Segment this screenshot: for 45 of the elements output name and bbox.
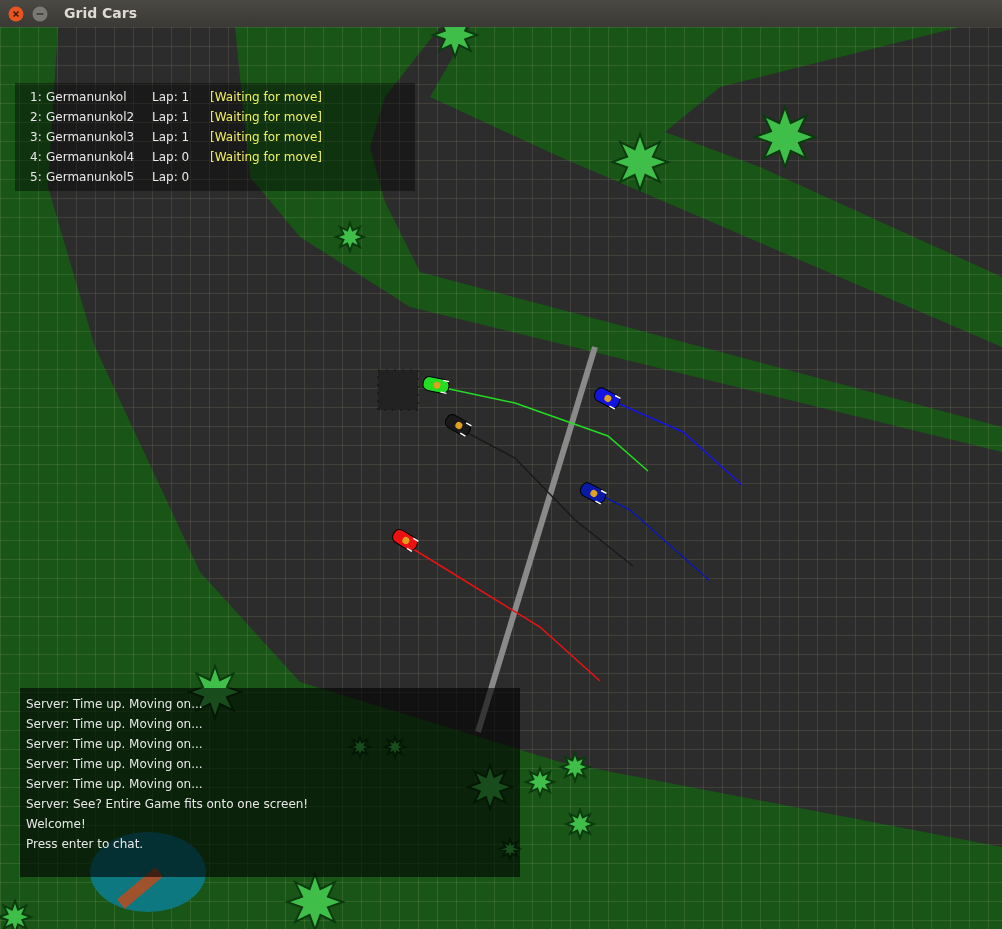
race-car-icon[interactable]: [591, 385, 623, 411]
race-car-icon[interactable]: [577, 480, 609, 506]
player-name: Germanunkol2: [46, 109, 136, 126]
lap-count: Lap: 1: [152, 89, 191, 106]
chat-message: Server: Time up. Moving on...: [26, 696, 203, 713]
tree-icon: [0, 898, 34, 929]
tree-icon: [465, 762, 515, 812]
player-status: [Waiting for move]: [210, 109, 323, 126]
window-title: Grid Cars: [64, 4, 138, 23]
tree-icon: [523, 765, 557, 799]
tree-icon: [563, 807, 597, 841]
rank-label: 4:: [30, 149, 43, 166]
lap-count: Lap: 1: [152, 109, 191, 126]
chat-message: Welcome!: [26, 816, 86, 833]
tree-icon: [284, 871, 346, 929]
rank-label: 2:: [30, 109, 43, 126]
minimize-icon[interactable]: [32, 5, 48, 22]
rank-label: 5:: [30, 169, 43, 186]
tree-icon: [347, 734, 373, 760]
tree-icon: [752, 104, 818, 170]
chat-message: Server: Time up. Moving on...: [26, 716, 203, 733]
chat-message: Server: See? Entire Game fits onto one screen!: [26, 796, 309, 813]
chat-message: Server: Time up. Moving on...: [26, 756, 203, 773]
rank-label: 1:: [30, 89, 43, 106]
tree-icon: [558, 750, 592, 784]
player-name: Germanunkol3: [46, 129, 136, 146]
chat-message: Server: Time up. Moving on...: [26, 776, 203, 793]
tree-icon: [382, 734, 408, 760]
lap-count: Lap: 1: [152, 129, 191, 146]
tree-icon: [430, 27, 480, 60]
tree-icon: [497, 836, 523, 862]
rank-label: 3:: [30, 129, 43, 146]
tree-icon: [609, 131, 671, 193]
chat-message: Server: Time up. Moving on...: [26, 736, 203, 753]
player-name: Germanunkol5: [46, 169, 136, 186]
player-status: [Waiting for move]: [210, 129, 323, 146]
lap-count: Lap: 0: [152, 169, 191, 186]
chat-message: Press enter to chat.: [26, 836, 144, 853]
lap-count: Lap: 0: [152, 149, 191, 166]
player-status: [Waiting for move]: [210, 149, 323, 166]
tree-icon: [333, 220, 367, 254]
close-icon[interactable]: [8, 5, 24, 22]
player-status: [Waiting for move]: [210, 89, 323, 106]
player-name: Germanunkol: [46, 89, 128, 106]
player-name: Germanunkol4: [46, 149, 136, 166]
